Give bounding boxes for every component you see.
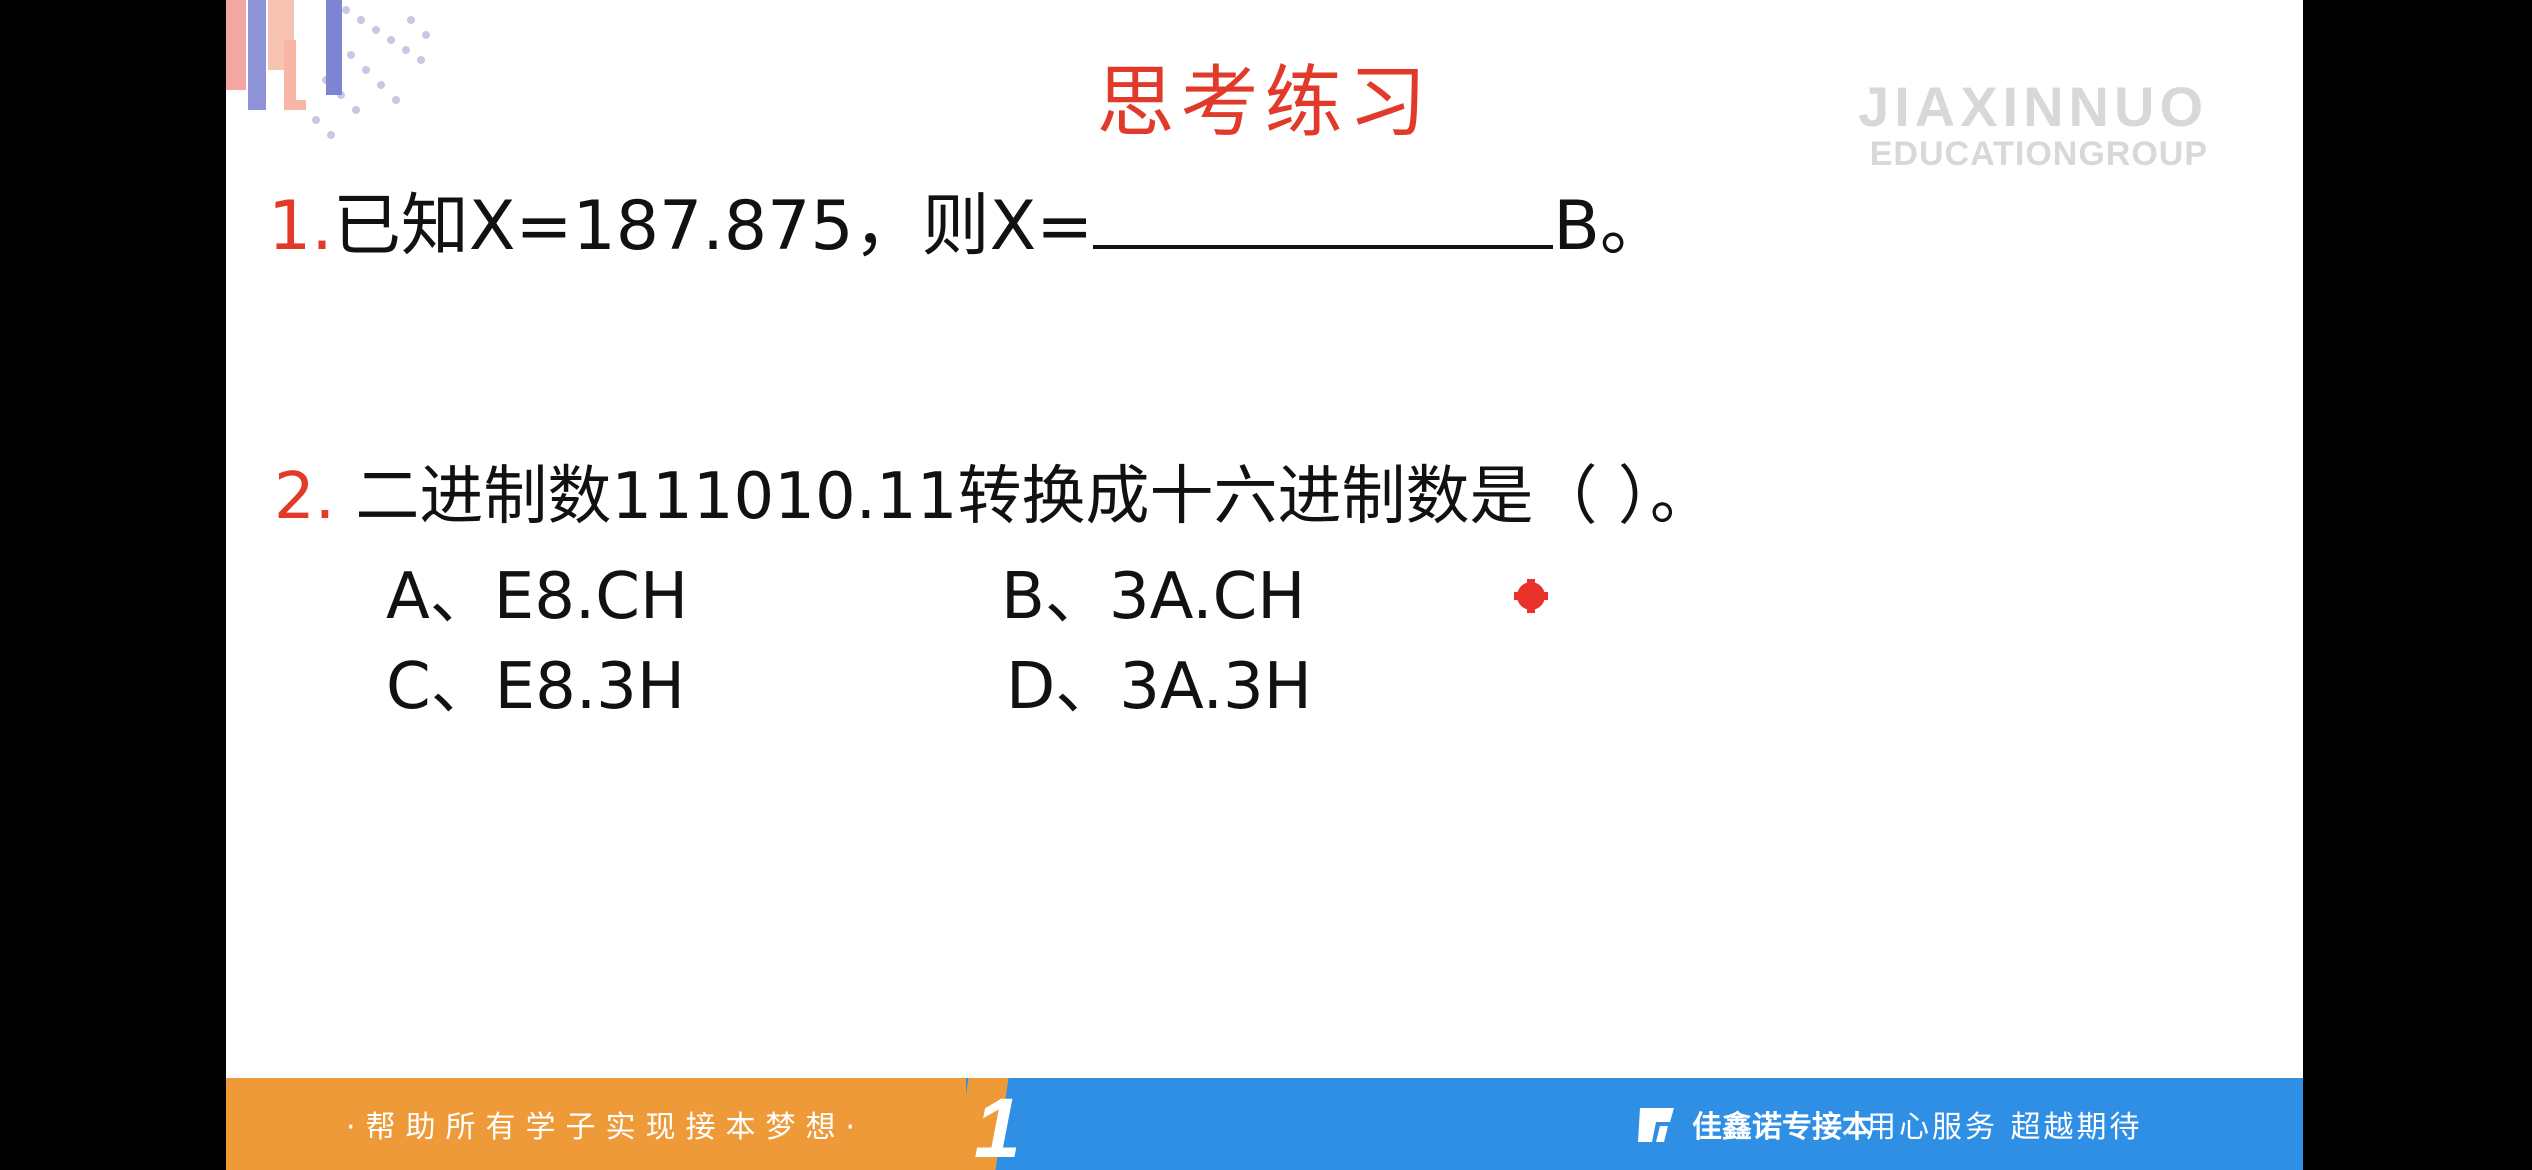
footer-motto: 用心服务 超越期待 <box>1866 1110 2143 1145</box>
question-1: 1.已知X=187.875，则X= B。 <box>268 170 1668 269</box>
slide: 思考练习 JIAXINNUO EDUCATIONGROUP 1.已知X=187.… <box>226 0 2303 1170</box>
question-1-text: 已知X=187.875，则X= <box>332 187 1094 266</box>
option-d: D、3A.3H <box>1006 650 1312 724</box>
footer-banner: ·帮助所有学子实现接本梦想· 1 佳鑫诺专接本 用心服务 超越期待 <box>226 1078 2303 1170</box>
question-1-suffix: B。 <box>1553 187 1668 266</box>
option-a: A、E8.CH <box>386 560 689 634</box>
footer-slogan: ·帮助所有学子实现接本梦想· <box>346 1110 866 1145</box>
footer-numeral: 1 <box>974 1081 1021 1170</box>
question-2-text: 二进制数111010.11转换成十六进制数是（ ）。 <box>355 460 1714 534</box>
question-2-number: 2. <box>274 460 336 534</box>
footer-brand-name: 佳鑫诺专接本 <box>1692 1110 1872 1145</box>
watermark: JIAXINNUO EDUCATIONGROUP <box>1858 75 2208 173</box>
answer-blank <box>1093 187 1554 249</box>
option-b: B、3A.CH <box>1001 560 1306 634</box>
pointer-cursor-icon <box>1514 579 1548 613</box>
watermark-line1: JIAXINNUO <box>1858 75 2208 138</box>
brand-logo-icon <box>1638 1108 1674 1142</box>
question-1-number: 1. <box>268 187 333 266</box>
question-2: 2. 二进制数111010.11转换成十六进制数是（ ）。 <box>274 445 1714 537</box>
option-c: C、E8.3H <box>386 650 686 724</box>
watermark-line2: EDUCATIONGROUP <box>1869 135 2208 173</box>
